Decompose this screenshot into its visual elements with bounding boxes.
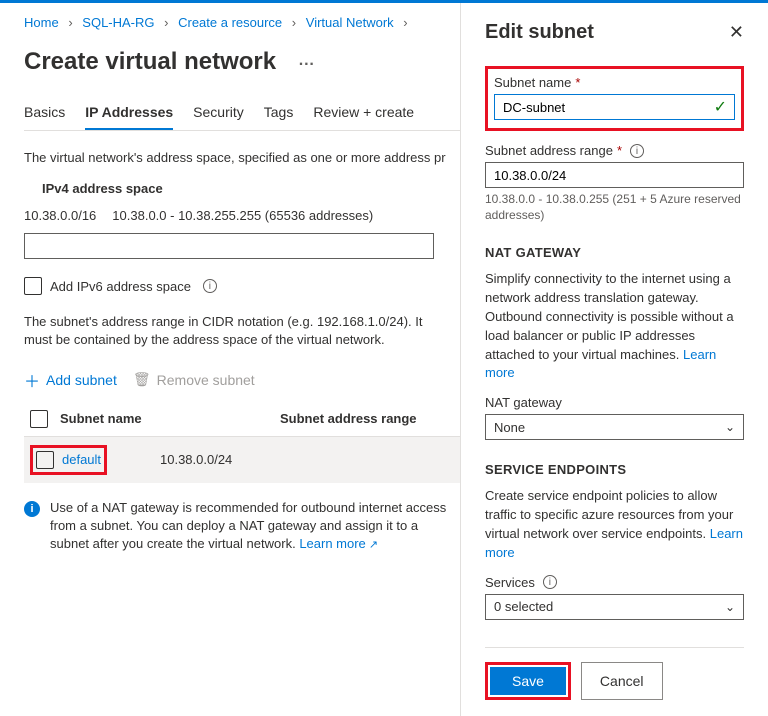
chevron-down-icon: ⌄ — [725, 600, 735, 614]
nat-heading: NAT GATEWAY — [485, 245, 744, 260]
tab-basics[interactable]: Basics — [24, 96, 65, 130]
services-select[interactable]: 0 selected ⌄ — [485, 594, 744, 620]
subnet-name-input[interactable] — [494, 94, 735, 120]
chevron-right-icon: › — [397, 15, 413, 30]
nat-text: Simplify connectivity to the internet us… — [485, 270, 744, 383]
tab-tags[interactable]: Tags — [264, 96, 294, 130]
chevron-right-icon: › — [286, 15, 302, 30]
close-icon[interactable]: ✕ — [729, 22, 744, 43]
subnet-table: Subnet name Subnet address range default… — [24, 402, 460, 483]
info-icon[interactable]: i — [543, 575, 557, 589]
col-subnet-name: Subnet name — [60, 411, 280, 426]
nat-gateway-label: NAT gateway — [485, 395, 744, 410]
trash-icon: 🗑 — [133, 371, 151, 388]
breadcrumb-item[interactable]: Virtual Network — [306, 15, 394, 30]
subnet-range-cell: 10.38.0.0/24 — [160, 452, 454, 467]
ipv4-range: 10.38.0.0 - 10.38.255.255 (65536 address… — [112, 208, 373, 223]
breadcrumb-item[interactable]: Create a resource — [178, 15, 282, 30]
checkmark-icon: ✓ — [714, 97, 727, 117]
remove-subnet-button: 🗑 Remove subnet — [133, 368, 255, 392]
save-button[interactable]: Save — [490, 667, 566, 695]
ipv4-row: 10.38.0.0/16 10.38.0.0 - 10.38.255.255 (… — [24, 204, 460, 233]
subnet-name-link[interactable]: default — [62, 452, 101, 467]
tab-ip-addresses[interactable]: IP Addresses — [85, 96, 173, 130]
ipv6-label: Add IPv6 address space — [50, 279, 191, 294]
cancel-button[interactable]: Cancel — [581, 662, 663, 700]
service-endpoints-heading: SERVICE ENDPOINTS — [485, 462, 744, 477]
ipv4-cidr: 10.38.0.0/16 — [24, 208, 96, 223]
ipv4-label: IPv4 address space — [24, 167, 460, 204]
chevron-right-icon: › — [62, 15, 78, 30]
col-subnet-range: Subnet address range — [280, 411, 454, 426]
table-row[interactable]: default 10.38.0.0/24 — [24, 437, 460, 483]
info-icon[interactable]: i — [203, 279, 217, 293]
subnet-range-hint: 10.38.0.0 - 10.38.0.255 (251 + 5 Azure r… — [485, 192, 744, 223]
row-checkbox[interactable] — [36, 451, 54, 469]
info-icon: i — [24, 501, 40, 517]
nat-recommendation: Use of a NAT gateway is recommended for … — [50, 499, 460, 554]
service-endpoints-text: Create service endpoint policies to allo… — [485, 487, 744, 562]
address-space-desc: The virtual network's address space, spe… — [24, 149, 460, 167]
subnet-range-input[interactable] — [485, 162, 744, 188]
add-subnet-button[interactable]: ＋ Add subnet — [24, 368, 117, 392]
learn-more-link[interactable]: Learn more — [299, 536, 378, 551]
address-space-input[interactable] — [24, 233, 434, 259]
subnet-desc: The subnet's address range in CIDR notat… — [24, 313, 460, 349]
chevron-down-icon: ⌄ — [725, 420, 735, 434]
breadcrumb-item[interactable]: Home — [24, 15, 59, 30]
breadcrumb-item[interactable]: SQL-HA-RG — [82, 15, 154, 30]
nat-gateway-select[interactable]: None ⌄ — [485, 414, 744, 440]
chevron-right-icon: › — [158, 15, 174, 30]
panel-title: Edit subnet — [485, 21, 594, 44]
select-all-checkbox[interactable] — [30, 410, 48, 428]
subnet-name-label: Subnet name* — [494, 75, 735, 90]
page-title: Create virtual network ··· — [24, 42, 460, 96]
tab-security[interactable]: Security — [193, 96, 244, 130]
plus-icon: ＋ — [24, 368, 40, 392]
info-icon[interactable]: i — [630, 144, 644, 158]
breadcrumb: Home › SQL-HA-RG › Create a resource › V… — [24, 3, 460, 42]
services-label: Services i — [485, 575, 744, 590]
more-icon[interactable]: ··· — [283, 56, 315, 73]
tab-review-create[interactable]: Review + create — [313, 96, 414, 130]
ipv6-checkbox[interactable] — [24, 277, 42, 295]
subnet-range-label: Subnet address range* i — [485, 143, 744, 158]
tab-bar: Basics IP Addresses Security Tags Review… — [24, 96, 460, 131]
